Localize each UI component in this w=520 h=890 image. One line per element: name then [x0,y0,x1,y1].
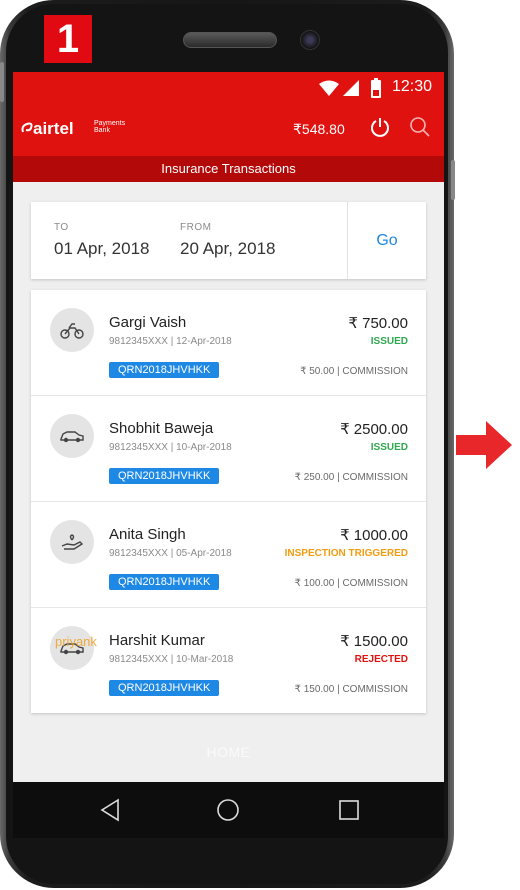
payments-bank-label: Payments Bank [94,120,126,134]
from-date-field[interactable]: FROM 20 Apr, 2018 [180,222,275,259]
phone-camera [300,30,320,50]
airtel-logo-icon [21,122,33,133]
status-badge: ISSUED [370,336,408,347]
status-badge: REJECTED [354,654,408,665]
android-nav-bar [13,782,444,838]
status-time: 12:30 [391,78,432,95]
transaction-row[interactable]: Gargi Vaish 9812345XXX | 12-Apr-2018 QRN… [31,290,426,396]
transaction-avatar [50,308,94,352]
recent-apps-icon[interactable] [335,796,363,824]
phone-side-button [451,160,455,200]
commission-text: ₹ 100.00 | COMMISSION [294,578,408,589]
customer-name: Shobhit Baweja [109,420,214,437]
status-badge: ISSUED [370,442,408,453]
transaction-meta: 9812345XXX | 10-Mar-2018 [109,654,234,665]
transaction-row[interactable]: Anita Singh 9812345XXX | 05-Apr-2018 QRN… [31,502,426,608]
customer-name: Anita Singh [109,526,186,543]
phone-speaker [183,32,277,48]
next-step-arrow-icon [456,421,512,469]
reference-badge: QRN2018JHVHKK [109,362,220,378]
app-screen: 12:30 airtel Payments Bank ₹548.80 Insur… [13,72,444,782]
wallet-balance: ₹548.80 [293,121,345,137]
power-icon[interactable] [369,116,391,138]
from-date-value: 20 Apr, 2018 [180,239,276,258]
to-date-field[interactable]: TO 01 Apr, 2018 [54,222,149,259]
car-icon [60,431,84,443]
transaction-meta: 9812345XXX | 12-Apr-2018 [109,336,232,347]
commission-text: ₹ 250.00 | COMMISSION [294,472,408,483]
step-number-badge: 1 [44,15,92,63]
page-title: Insurance Transactions [13,156,444,182]
wifi-icon [319,80,339,96]
commission-text: ₹ 50.00 | COMMISSION [300,366,408,377]
transaction-row[interactable]: priyank Harshit Kumar 9812345XXX | 10-Ma… [31,608,426,713]
reference-badge: QRN2018JHVHKK [109,574,220,590]
go-button[interactable]: Go [348,202,426,279]
watermark-text: priyank [55,634,97,649]
customer-name: Harshit Kumar [109,632,205,649]
transaction-amount: ₹ 1000.00 [340,527,408,544]
commission-text: ₹ 150.00 | COMMISSION [294,684,408,695]
reference-badge: QRN2018JHVHKK [109,680,220,696]
status-bar: 12:30 [13,72,444,104]
back-icon[interactable] [96,796,124,824]
date-filter-card: TO 01 Apr, 2018 FROM 20 Apr, 2018 Go [31,202,426,279]
customer-name: Gargi Vaish [109,314,187,331]
transaction-amount: ₹ 2500.00 [340,421,408,438]
transaction-amount: ₹ 750.00 [348,315,408,332]
phone-side-button [0,62,4,102]
transaction-avatar [50,520,94,564]
motorbike-icon [60,323,84,339]
transaction-list: Gargi Vaish 9812345XXX | 12-Apr-2018 QRN… [31,290,426,713]
airtel-logo: airtel [33,119,74,138]
app-bar: airtel Payments Bank ₹548.80 [13,104,444,156]
home-icon[interactable] [214,796,242,824]
from-date-label: FROM [180,222,212,233]
reference-badge: QRN2018JHVHKK [109,468,220,484]
status-badge: INSPECTION TRIGGERED [284,548,408,559]
transaction-amount: ₹ 1500.00 [340,633,408,650]
health-hand-icon [61,534,84,550]
home-link[interactable]: HOME [13,744,444,760]
search-icon[interactable] [409,116,431,138]
transaction-avatar [50,414,94,458]
transaction-meta: 9812345XXX | 05-Apr-2018 [109,548,232,559]
transaction-meta: 9812345XXX | 10-Apr-2018 [109,442,232,453]
to-date-value: 01 Apr, 2018 [54,239,150,258]
battery-icon [371,78,381,98]
transaction-row[interactable]: Shobhit Baweja 9812345XXX | 10-Apr-2018 … [31,396,426,502]
to-date-label: TO [54,222,69,233]
signal-icon [343,80,359,96]
